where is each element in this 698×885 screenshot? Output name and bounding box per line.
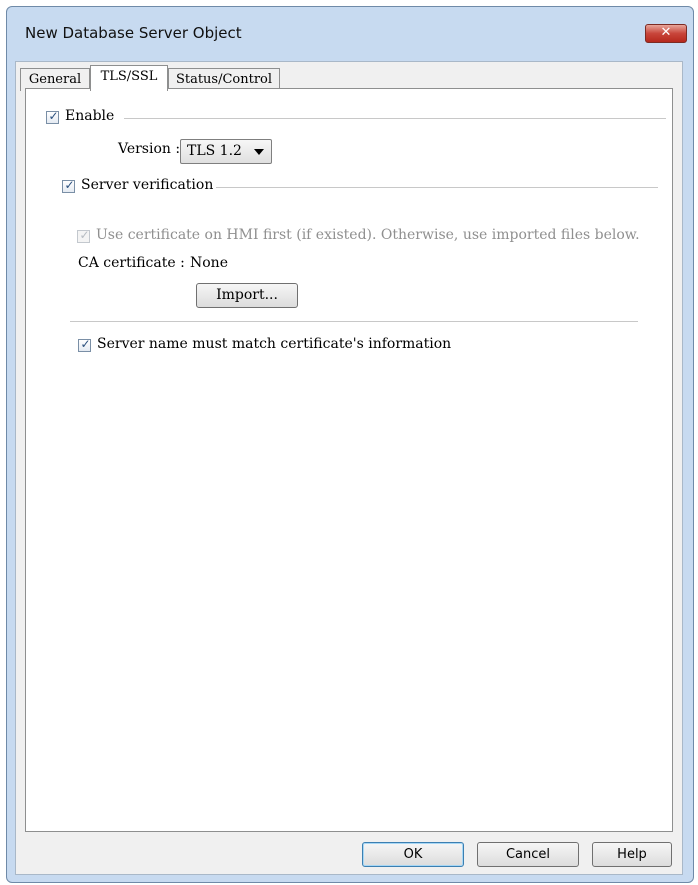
server-verification-divider bbox=[216, 187, 658, 188]
tab-tls-ssl[interactable]: TLS/SSL bbox=[90, 65, 168, 91]
window-title: New Database Server Object bbox=[25, 24, 242, 42]
enable-checkbox[interactable]: ✓ bbox=[46, 109, 59, 124]
check-icon: ✓ bbox=[64, 178, 75, 192]
close-icon: ✕ bbox=[660, 25, 672, 40]
import-button[interactable]: Import... bbox=[196, 283, 298, 308]
check-icon: ✓ bbox=[48, 109, 59, 123]
check-icon: ✓ bbox=[80, 337, 91, 351]
enable-group-divider bbox=[124, 118, 666, 119]
use-hmi-certificate-checkbox[interactable]: ✓ bbox=[77, 228, 90, 243]
server-verification-label: Server verification bbox=[81, 177, 214, 193]
version-label: Version : bbox=[118, 141, 181, 157]
server-name-match-checkbox[interactable]: ✓ bbox=[78, 337, 91, 352]
version-select[interactable]: TLS 1.2 bbox=[180, 139, 272, 164]
chevron-down-icon bbox=[254, 149, 264, 155]
tls-ssl-panel: ✓ Enable Version : TLS 1.2 ✓ Server veri… bbox=[25, 88, 673, 832]
server-name-match-label: Server name must match certificate's inf… bbox=[97, 336, 452, 352]
import-section-divider bbox=[70, 321, 638, 322]
server-verification-checkbox[interactable]: ✓ bbox=[62, 178, 75, 193]
enable-label: Enable bbox=[65, 108, 115, 124]
ca-certificate-value: None bbox=[190, 255, 228, 271]
ca-certificate-label: CA certificate : bbox=[78, 255, 185, 271]
dialog-window: New Database Server Object ✕ General TLS… bbox=[6, 6, 694, 883]
close-button[interactable]: ✕ bbox=[645, 24, 687, 43]
check-icon: ✓ bbox=[79, 228, 90, 242]
version-selected-value: TLS 1.2 bbox=[187, 143, 242, 159]
title-bar[interactable]: New Database Server Object ✕ bbox=[7, 7, 693, 59]
use-hmi-certificate-label: Use certificate on HMI first (if existed… bbox=[96, 227, 640, 243]
